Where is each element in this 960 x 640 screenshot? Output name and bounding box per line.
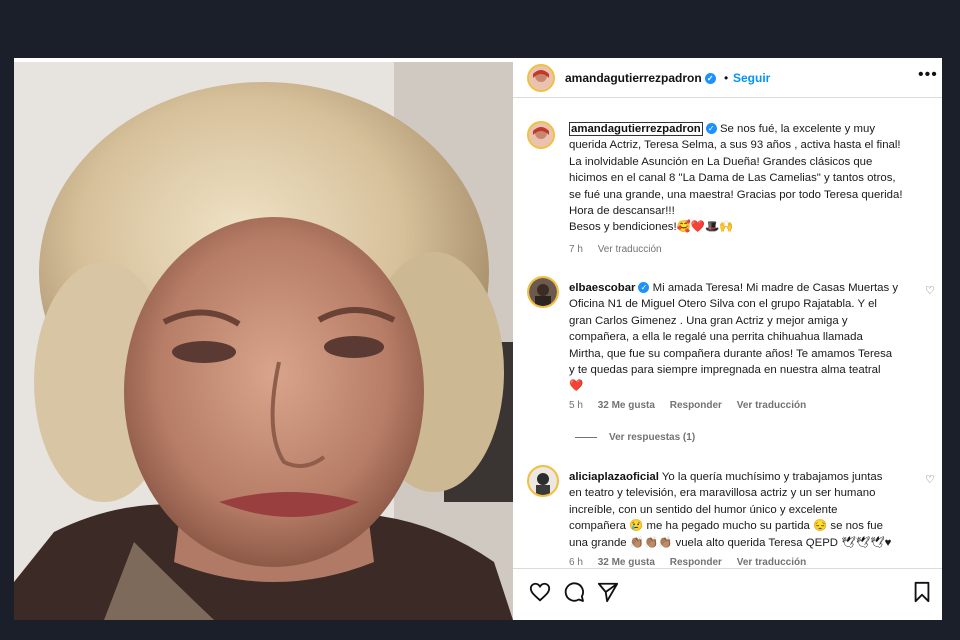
comment-line: en teatro y televisión, era maravillosa … bbox=[569, 487, 876, 500]
comment-line: una grande 👏🏽👏🏽👏🏽 vuela alto querida Ter… bbox=[569, 536, 892, 549]
caption-line: Se nos fué, la excelente y muy bbox=[719, 123, 876, 135]
comment-text: elbaescobar ✓ Mi amada Teresa! Mi madre d… bbox=[569, 280, 919, 395]
comment-likes[interactable]: 32 Me gusta bbox=[598, 557, 655, 568]
author-username[interactable]: amandagutierrezpadron ✓ bbox=[565, 71, 716, 85]
caption-line: se fué una grande, una maestra! Gracias … bbox=[569, 188, 903, 201]
commenter-avatar[interactable] bbox=[527, 276, 559, 308]
caption-meta: 7 h Ver traducción bbox=[569, 244, 674, 255]
commenter-avatar[interactable] bbox=[527, 465, 559, 497]
share-icon[interactable] bbox=[597, 581, 619, 608]
comments-section[interactable]: amandagutierrezpadron ✓ Se nos fué, la ex… bbox=[513, 99, 942, 568]
comment-line: Mirtha, que fue su compañera durante año… bbox=[569, 347, 893, 360]
caption-line: Hora de descansar!!! bbox=[569, 205, 675, 218]
comment-time: 5 h bbox=[569, 400, 583, 411]
post-side-panel: amandagutierrezpadron ✓ • Seguir ••• aman… bbox=[513, 58, 942, 620]
comment-line: Oficina N1 de Miguel Otero Silva con el … bbox=[569, 298, 877, 311]
comment-text: aliciaplazaoficial Yo la quería muchísim… bbox=[569, 469, 919, 551]
view-replies-label[interactable]: Ver respuestas (1) bbox=[609, 432, 695, 443]
comment-like-icon[interactable]: ♡ bbox=[925, 473, 935, 486]
caption-username[interactable]: amandagutierrezpadron bbox=[569, 122, 703, 136]
comment-line: gran Carlos Gimenez . Una gran Actriz y … bbox=[569, 314, 848, 327]
caption-time: 7 h bbox=[569, 244, 583, 255]
comment-line: Yo la quería muchísimo y trabajamos junt… bbox=[661, 471, 883, 483]
heart-icon[interactable] bbox=[529, 581, 551, 608]
reply-button[interactable]: Responder bbox=[670, 400, 722, 411]
separator-dot: • bbox=[724, 71, 729, 85]
caption-line: querida Actriz, Teresa Selma, a sus 93 a… bbox=[569, 139, 901, 152]
commenter-username[interactable]: elbaescobar bbox=[569, 282, 635, 294]
comment-likes[interactable]: 32 Me gusta bbox=[598, 400, 655, 411]
comment-line: ❤️ bbox=[569, 380, 584, 393]
translate-link[interactable]: Ver traducción bbox=[737, 557, 806, 568]
caption-line: hicimos en el canal 8 "La Dama de Las Ca… bbox=[569, 172, 896, 185]
verified-icon: ✓ bbox=[704, 73, 716, 85]
comment-meta: 6 h 32 Me gusta Responder Ver traducción bbox=[569, 557, 818, 568]
verified-icon: ✓ bbox=[705, 123, 717, 135]
comment-line: increíble, con un sentido del humor únic… bbox=[569, 503, 838, 516]
caption-avatar[interactable] bbox=[527, 121, 555, 149]
caption-line: Besos y bendiciones!🥰❤️🎩🙌 bbox=[569, 221, 734, 234]
reply-button[interactable]: Responder bbox=[670, 557, 722, 568]
more-options-icon[interactable]: ••• bbox=[918, 66, 938, 84]
comment-like-icon[interactable]: ♡ bbox=[925, 284, 935, 297]
caption-text: amandagutierrezpadron ✓ Se nos fué, la ex… bbox=[569, 121, 939, 236]
comment-line: compañera, a ella le regalé una perrita … bbox=[569, 331, 863, 344]
comment-icon[interactable] bbox=[563, 581, 585, 608]
replies-line bbox=[575, 436, 597, 438]
comment-line: Mi amada Teresa! Mi madre de Casas Muert… bbox=[652, 282, 899, 294]
view-replies-button[interactable]: Ver respuestas (1) bbox=[575, 432, 707, 443]
portrait-image bbox=[14, 62, 513, 620]
comment-time: 6 h bbox=[569, 557, 583, 568]
comment-meta: 5 h 32 Me gusta Responder Ver traducción bbox=[569, 400, 818, 411]
verified-icon: ✓ bbox=[638, 282, 650, 294]
post-header: amandagutierrezpadron ✓ • Seguir ••• bbox=[513, 58, 942, 98]
post-photo[interactable] bbox=[14, 62, 513, 620]
bookmark-icon[interactable] bbox=[912, 581, 932, 608]
post-action-bar bbox=[513, 568, 942, 620]
author-avatar[interactable] bbox=[527, 64, 555, 92]
caption-translate-link[interactable]: Ver traducción bbox=[598, 244, 662, 255]
comment-line: y te quedas para siempre impregnada en n… bbox=[569, 364, 881, 377]
translate-link[interactable]: Ver traducción bbox=[737, 400, 806, 411]
follow-button[interactable]: Seguir bbox=[733, 71, 770, 85]
caption-line: La inolvidable Asunción en La Dueña! Gra… bbox=[569, 155, 873, 168]
instagram-post-window: amandagutierrezpadron ✓ • Seguir ••• aman… bbox=[14, 58, 942, 620]
comment-line: compañera 😢 me ha pegado mucho su partid… bbox=[569, 520, 883, 533]
commenter-username[interactable]: aliciaplazaoficial bbox=[569, 471, 659, 483]
author-username-text[interactable]: amandagutierrezpadron bbox=[565, 71, 702, 85]
